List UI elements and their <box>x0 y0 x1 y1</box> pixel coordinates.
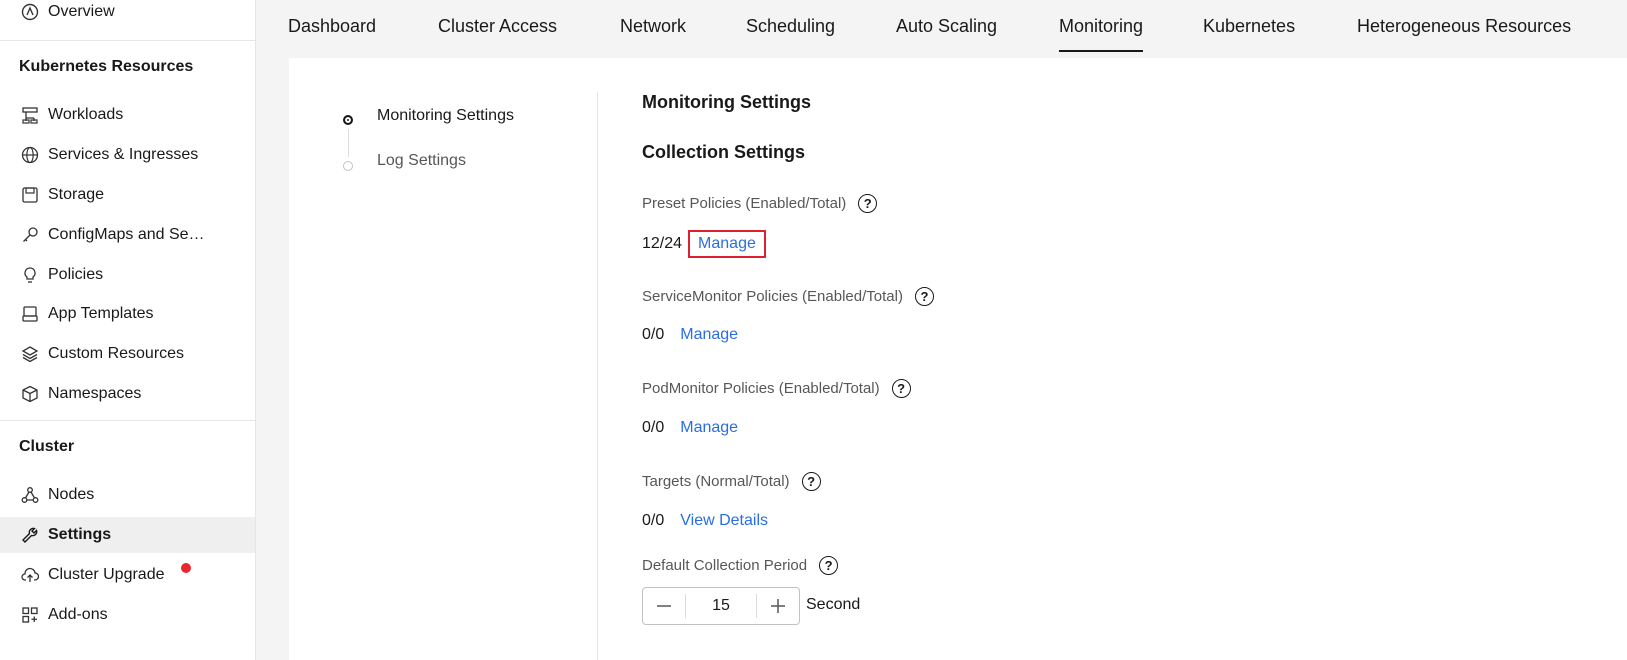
tab-monitoring[interactable]: Monitoring <box>1059 0 1144 52</box>
targets-row: 0/0 View Details <box>642 512 768 530</box>
preset-policies-label: Preset Policies (Enabled/Total) ? <box>642 194 878 213</box>
preset-policies-row: 12/24 Manage <box>642 230 766 258</box>
addons-icon <box>20 605 40 625</box>
sidebar-item-label: Policies <box>48 266 104 283</box>
sidebar-item-label: Settings <box>48 526 112 543</box>
storage-icon <box>20 185 40 205</box>
vertical-divider <box>597 92 598 660</box>
sidebar-item-services-ingresses[interactable]: Services & Ingresses <box>0 137 255 173</box>
sidebar-item-custom-resources[interactable]: Custom Resources <box>0 336 255 372</box>
podmonitor-policies-value: 0/0 <box>642 419 665 436</box>
sidebar-item-label: ConfigMaps and Se… <box>48 226 205 243</box>
sidebar-item-policies[interactable]: Policies <box>0 257 255 293</box>
tab-cluster-access[interactable]: Cluster Access <box>438 0 557 52</box>
field-label-text: PodMonitor Policies (Enabled/Total) <box>642 380 880 397</box>
top-tab-bar: Dashboard Cluster Access Network Schedul… <box>256 0 1627 58</box>
help-icon[interactable]: ? <box>819 556 839 575</box>
tab-scheduling[interactable]: Scheduling <box>746 0 835 52</box>
sidebar-item-label: Overview <box>48 3 115 20</box>
overview-icon <box>20 2 40 22</box>
sidebar-item-storage[interactable]: Storage <box>0 177 255 213</box>
globe-icon <box>20 145 40 165</box>
wrench-icon <box>20 525 40 545</box>
servicemonitor-policies-value: 0/0 <box>642 326 665 343</box>
notification-badge <box>181 563 191 573</box>
servicemonitor-manage-link[interactable]: Manage <box>680 326 738 344</box>
help-icon[interactable]: ? <box>914 287 934 306</box>
sidebar-item-label: Storage <box>48 186 105 203</box>
sidebar-item-label: Custom Resources <box>48 345 185 362</box>
targets-label: Targets (Normal/Total) ? <box>642 472 821 491</box>
minus-icon <box>657 605 671 607</box>
sidebar-item-label: Cluster Upgrade <box>48 566 165 583</box>
sidebar-item-label: Namespaces <box>48 385 142 402</box>
preset-policies-value: 12/24 <box>642 235 683 252</box>
collection-period-stepper: 15 <box>642 587 800 625</box>
targets-view-details-link[interactable]: View Details <box>680 512 768 530</box>
field-label-text: Preset Policies (Enabled/Total) <box>642 195 847 212</box>
help-icon[interactable]: ? <box>858 194 878 213</box>
section-title-cluster: Cluster <box>19 438 75 455</box>
template-icon <box>20 304 40 324</box>
sidebar-item-label: App Templates <box>48 305 154 322</box>
anchor-connector <box>348 129 349 157</box>
sidebar-item-workloads[interactable]: Workloads <box>0 97 255 133</box>
sidebar-item-label: Workloads <box>48 106 124 123</box>
help-icon[interactable]: ? <box>801 472 821 491</box>
workloads-icon <box>20 105 40 125</box>
podmonitor-policies-row: 0/0 Manage <box>642 419 738 437</box>
sidebar-item-app-templates[interactable]: App Templates <box>0 296 255 332</box>
collection-period-unit: Second <box>806 596 861 613</box>
podmonitor-policies-label: PodMonitor Policies (Enabled/Total) ? <box>642 379 911 398</box>
decrement-button[interactable] <box>643 588 685 624</box>
sidebar-item-namespaces[interactable]: Namespaces <box>0 376 255 412</box>
divider <box>0 420 255 421</box>
sidebar-item-cluster-upgrade[interactable]: Cluster Upgrade <box>0 557 255 593</box>
servicemonitor-policies-row: 0/0 Manage <box>642 326 738 344</box>
sidebar-item-label: Add-ons <box>48 606 108 623</box>
sidebar-item-nodes[interactable]: Nodes <box>0 477 255 513</box>
increment-button[interactable] <box>757 588 799 624</box>
anchor-dot-inactive <box>343 161 353 171</box>
sidebar-item-addons[interactable]: Add-ons <box>0 597 255 633</box>
sidebar-item-configmaps-secrets[interactable]: ConfigMaps and Se… <box>0 217 255 253</box>
anchor-log-settings[interactable]: Log Settings <box>377 152 466 170</box>
tab-network[interactable]: Network <box>620 0 686 52</box>
sidebar-item-label: Nodes <box>48 486 95 503</box>
preset-manage-link[interactable]: Manage <box>688 230 766 258</box>
section-title-kubernetes: Kubernetes Resources <box>19 58 194 75</box>
cube-icon <box>20 384 40 404</box>
plus-icon <box>771 599 785 613</box>
layers-icon <box>20 344 40 364</box>
anchor-dot-active <box>343 115 353 125</box>
lightbulb-icon <box>20 265 40 285</box>
podmonitor-manage-link[interactable]: Manage <box>680 419 738 437</box>
key-icon <box>20 225 40 245</box>
sidebar-item-overview[interactable]: Overview <box>0 0 255 30</box>
page-title: Monitoring Settings <box>642 92 811 112</box>
servicemonitor-policies-label: ServiceMonitor Policies (Enabled/Total) … <box>642 287 934 306</box>
collection-period-input[interactable]: 15 <box>685 594 757 618</box>
tab-heterogeneous-resources[interactable]: Heterogeneous Resources <box>1357 0 1571 52</box>
divider <box>0 40 255 41</box>
field-label-text: Targets (Normal/Total) <box>642 473 790 490</box>
tab-dashboard[interactable]: Dashboard <box>288 0 376 52</box>
targets-value: 0/0 <box>642 512 665 529</box>
sidebar-item-label: Services & Ingresses <box>48 146 199 163</box>
collection-period-label: Default Collection Period ? <box>642 556 839 575</box>
sidebar-item-settings[interactable]: Settings <box>0 517 255 553</box>
upload-cloud-icon <box>20 565 40 585</box>
field-label-text: Default Collection Period <box>642 557 808 574</box>
sidebar: Overview Kubernetes Resources Workloads … <box>0 0 256 660</box>
tab-kubernetes[interactable]: Kubernetes <box>1203 0 1295 52</box>
field-label-text: ServiceMonitor Policies (Enabled/Total) <box>642 288 903 305</box>
help-icon[interactable]: ? <box>891 379 911 398</box>
anchor-monitoring-settings[interactable]: Monitoring Settings <box>377 107 514 125</box>
tab-auto-scaling[interactable]: Auto Scaling <box>896 0 997 52</box>
section-title-collection: Collection Settings <box>642 142 806 162</box>
content-panel: Monitoring Settings Log Settings Monitor… <box>289 58 1627 660</box>
nodes-icon <box>20 485 40 505</box>
